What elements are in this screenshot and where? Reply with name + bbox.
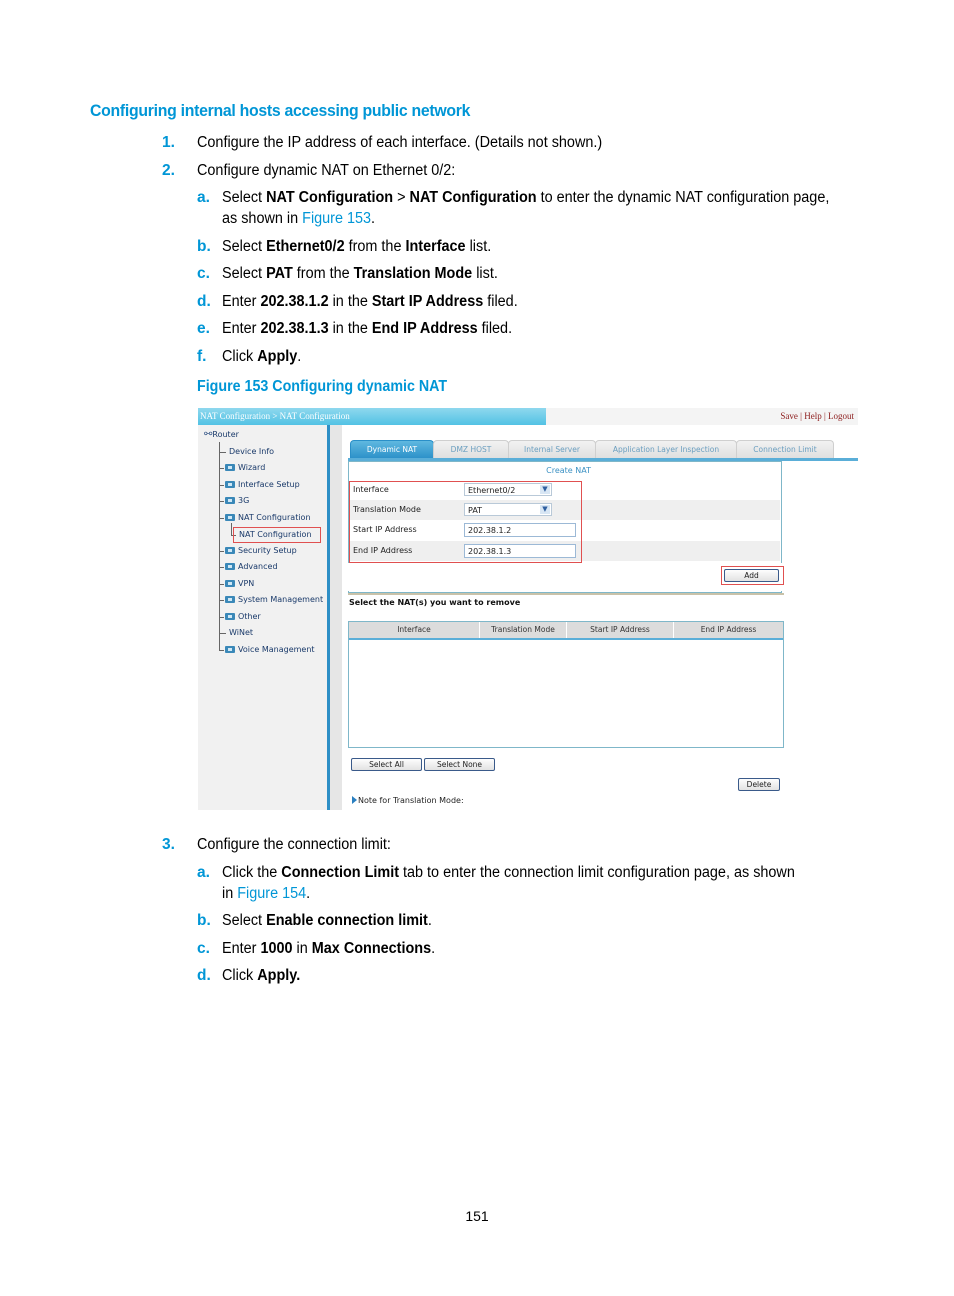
step-number: 3.	[162, 836, 175, 853]
column-header: Start IP Address	[567, 622, 674, 638]
remove-label: Select the NAT(s) you want to remove	[349, 598, 521, 607]
substep-label: b.	[197, 912, 211, 929]
step-text: Configure the IP address of each interfa…	[197, 134, 603, 151]
tree-branch	[219, 617, 224, 618]
tab-dmz-host[interactable]: DMZ HOST	[433, 440, 509, 459]
folder-icon	[225, 563, 235, 570]
select-all-button[interactable]: Select All	[351, 758, 422, 771]
step-number: 2.	[162, 162, 175, 179]
breadcrumb: NAT Configuration > NAT Configuration	[200, 411, 350, 421]
delete-button[interactable]: Delete	[738, 778, 780, 791]
figure-caption: Figure 153 Configuring dynamic NAT	[197, 378, 448, 395]
table-header: Interface Translation Mode Start IP Addr…	[349, 622, 783, 640]
divider	[348, 593, 784, 595]
tree-item-advanced[interactable]: Advanced	[225, 562, 278, 571]
substep-label: f.	[197, 348, 207, 365]
substep-label: d.	[197, 967, 211, 984]
tree-item-vpn[interactable]: VPN	[225, 579, 254, 588]
column-header: End IP Address	[700, 625, 757, 634]
figure-link[interactable]: Figure 154	[237, 885, 306, 902]
tree-item-voice-management[interactable]: Voice Management	[225, 645, 315, 654]
substep-text: Select Enable connection limit.	[222, 912, 432, 929]
column-header: Translation Mode	[480, 622, 567, 638]
panel-footer	[348, 563, 782, 591]
substep-text-cont: as shown in Figure 153.	[222, 210, 376, 227]
add-button[interactable]: Add	[724, 569, 779, 582]
note-link[interactable]: Note for Translation Mode:	[352, 796, 464, 805]
tree-item-winet[interactable]: WiNet	[229, 628, 253, 637]
substep-label: e.	[197, 320, 210, 337]
substep-text: Enter 202.38.1.3 in the End IP Address f…	[222, 320, 513, 337]
tab-connection-limit[interactable]: Connection Limit	[736, 440, 834, 459]
tree-item-interface-setup[interactable]: Interface Setup	[225, 480, 300, 489]
substep-text: Enter 1000 in Max Connections.	[222, 940, 436, 957]
substep-label: c.	[197, 940, 210, 957]
tab-application-layer-inspection[interactable]: Application Layer Inspection	[595, 440, 737, 459]
tree-item-nat-configuration[interactable]: NAT Configuration	[225, 513, 311, 522]
tab-internal-server[interactable]: Internal Server	[508, 440, 596, 459]
step-number: 1.	[162, 134, 175, 151]
tree-item-other[interactable]: Other	[225, 612, 261, 621]
tree-branch	[219, 501, 224, 502]
substep-label: c.	[197, 265, 210, 282]
step-text: Configure the connection limit:	[197, 836, 391, 853]
tree-item-device-info[interactable]: Device Info	[229, 447, 274, 456]
tree-root[interactable]: ⚯Router	[204, 429, 239, 440]
tree-line	[231, 523, 232, 535]
substep-text: Click Apply.	[222, 348, 302, 365]
folder-open-icon	[225, 514, 235, 521]
tree-branch	[219, 518, 224, 519]
substep-text: Click the Connection Limit tab to enter …	[222, 864, 795, 881]
tree-item-nat-configuration-sub[interactable]: NAT Configuration	[239, 530, 312, 539]
tree-item-system-management[interactable]: System Management	[225, 595, 323, 604]
tree-branch	[219, 600, 224, 601]
folder-icon	[225, 613, 235, 620]
tree-branch	[219, 650, 224, 651]
substep-text: Enter 202.38.1.2 in the Start IP Address…	[222, 293, 518, 310]
substep-text: Select PAT from the Translation Mode lis…	[222, 265, 498, 282]
folder-icon	[225, 547, 235, 554]
tree-item-3g[interactable]: 3G	[225, 496, 249, 505]
folder-icon	[225, 646, 235, 653]
tree-branch	[219, 468, 224, 469]
step-text: Configure dynamic NAT on Ethernet 0/2:	[197, 162, 456, 179]
figure-link[interactable]: Figure 153	[302, 210, 371, 227]
tree-branch	[219, 633, 226, 634]
column-header: Interface	[349, 622, 480, 638]
substep-label: b.	[197, 238, 211, 255]
top-links[interactable]: Save | Help | Logout	[780, 411, 854, 421]
tree-item-wizard[interactable]: Wizard	[225, 463, 265, 472]
page-number: 151	[465, 1208, 489, 1224]
substep-text: Click Apply.	[222, 967, 301, 984]
tree-item-security-setup[interactable]: Security Setup	[225, 546, 297, 555]
figure-screenshot: NAT Configuration > NAT Configuration Sa…	[198, 408, 858, 810]
triangle-right-icon	[352, 796, 357, 804]
folder-icon	[225, 481, 235, 488]
fields-highlight	[349, 481, 582, 563]
substep-text-cont: in Figure 154.	[222, 885, 311, 902]
folder-icon	[225, 596, 235, 603]
folder-icon	[225, 580, 235, 587]
tree-line	[219, 442, 220, 651]
substep-label: a.	[197, 864, 210, 881]
substep-text: Select Ethernet0/2 from the Interface li…	[222, 238, 492, 255]
tree-branch	[219, 485, 224, 486]
panel-title: Create NAT	[546, 466, 591, 475]
substep-label: d.	[197, 293, 211, 310]
substep-text: Select NAT Configuration > NAT Configura…	[222, 189, 830, 206]
tree-branch	[219, 551, 224, 552]
folder-icon	[225, 497, 235, 504]
tree-branch	[219, 567, 224, 568]
sidebar-gutter	[330, 425, 342, 810]
section-heading: Configuring internal hosts accessing pub…	[90, 101, 471, 120]
substep-label: a.	[197, 189, 210, 206]
select-none-button[interactable]: Select None	[424, 758, 495, 771]
folder-icon	[225, 464, 235, 471]
tab-dynamic-nat[interactable]: Dynamic NAT	[350, 440, 434, 459]
nat-table: Interface Translation Mode Start IP Addr…	[348, 621, 784, 748]
tree-branch	[219, 584, 224, 585]
tree-branch	[219, 452, 226, 453]
